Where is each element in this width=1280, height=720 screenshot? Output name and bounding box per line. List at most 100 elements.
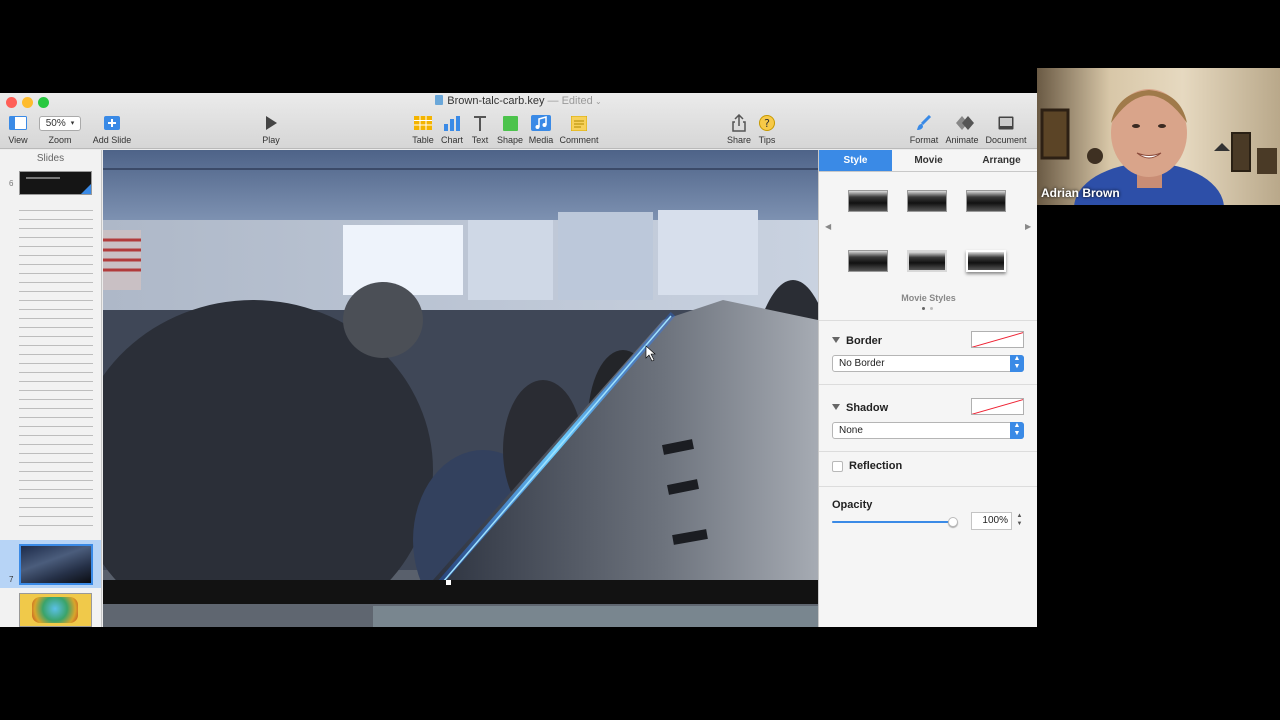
border-section-header[interactable]: Border [832, 335, 882, 347]
add-slide-icon [104, 116, 120, 130]
opacity-field[interactable]: 100% [971, 512, 1012, 530]
collapsed-slide-row[interactable] [19, 453, 93, 454]
view-button[interactable]: View [5, 113, 31, 147]
collapsed-slide-row[interactable] [19, 282, 93, 283]
collapsed-slide-row[interactable] [19, 273, 93, 274]
updown-arrows-icon: ▲ ▼ [1010, 355, 1024, 372]
chevron-right-icon[interactable]: ▶ [1025, 222, 1031, 231]
add-slide-button[interactable]: Add Slide [92, 113, 132, 147]
animate-button[interactable]: Animate [944, 113, 980, 147]
tab-style[interactable]: Style [819, 150, 892, 171]
media-label: Media [528, 135, 554, 145]
collapsed-slide-row[interactable] [19, 426, 93, 427]
collapsed-slide-row[interactable] [19, 372, 93, 373]
collapsed-slide-row[interactable] [19, 255, 93, 256]
slide-8-thumbnail[interactable] [19, 593, 92, 627]
page-indicator[interactable] [922, 307, 936, 311]
table-button[interactable]: Table [410, 113, 436, 147]
opacity-slider-knob[interactable] [948, 517, 958, 527]
collapsed-slide-row[interactable] [19, 327, 93, 328]
zoom-select[interactable]: 50% ▾ [39, 115, 81, 131]
movie-style-1[interactable] [848, 190, 888, 212]
shape-button[interactable]: Shape [496, 113, 524, 147]
collapsed-slide-row[interactable] [19, 336, 93, 337]
view-icon [9, 116, 27, 130]
text-icon [474, 115, 486, 131]
toolbar: Brown-talc-carb.key — Edited ⌄ View 50% ▾… [0, 93, 1037, 149]
collapsed-slide-row[interactable] [19, 309, 93, 310]
zoom-control[interactable]: 50% ▾ Zoom [38, 113, 82, 147]
tips-button[interactable]: ? Tips [756, 113, 778, 147]
chevron-left-icon[interactable]: ◀ [825, 222, 831, 231]
play-button[interactable]: Play [259, 113, 283, 147]
collapsed-slide-row[interactable] [19, 381, 93, 382]
border-title: Border [846, 335, 883, 347]
collapsed-slide-row[interactable] [19, 237, 93, 238]
tab-arrange[interactable]: Arrange [965, 150, 1037, 171]
slides-header: Slides [36, 153, 65, 164]
slide-6-number: 6 [9, 179, 14, 188]
table-icon [414, 116, 432, 130]
text-button[interactable]: Text [469, 113, 491, 147]
collapsed-slide-row[interactable] [19, 219, 93, 220]
format-button[interactable]: Format [908, 113, 940, 147]
zoom-label: Zoom [48, 135, 72, 145]
slide-6-thumbnail[interactable] [19, 171, 92, 195]
share-button[interactable]: Share [725, 113, 753, 147]
collapsed-slide-row[interactable] [19, 435, 93, 436]
collapsed-slide-row[interactable] [19, 507, 93, 508]
document-status[interactable]: — Edited [548, 95, 593, 107]
collapsed-slide-row[interactable] [19, 471, 93, 472]
collapsed-slide-row[interactable] [19, 390, 93, 391]
play-icon [266, 116, 277, 130]
movie-style-6[interactable] [966, 250, 1006, 272]
collapsed-slide-row[interactable] [19, 210, 93, 211]
view-label: View [8, 135, 28, 145]
collapsed-slide-row[interactable] [19, 462, 93, 463]
slide-7-number: 7 [9, 575, 14, 584]
tips-icon: ? [759, 115, 775, 131]
movie-style-4[interactable] [848, 250, 888, 272]
collapsed-slide-row[interactable] [19, 345, 93, 346]
collapsed-slide-row[interactable] [19, 363, 93, 364]
border-color-well[interactable] [971, 331, 1024, 348]
zoom-value: 50% [45, 117, 66, 129]
collapsed-slide-row[interactable] [19, 489, 93, 490]
collapsed-slide-row[interactable] [19, 417, 93, 418]
slide-canvas[interactable] [103, 150, 818, 627]
collapsed-slide-row[interactable] [19, 354, 93, 355]
collapsed-slide-row[interactable] [19, 264, 93, 265]
opacity-stepper[interactable]: ▲ ▼ [1015, 512, 1024, 530]
collapsed-slide-row[interactable] [19, 291, 93, 292]
movie-style-2[interactable] [907, 190, 947, 212]
border-style-select[interactable]: No Border ▲ ▼ [832, 355, 1024, 372]
text-label: Text [471, 135, 489, 145]
collapsed-slide-row[interactable] [19, 246, 93, 247]
format-inspector: Style Movie Arrange ◀ ▶ Movie Styles Bor… [818, 150, 1037, 627]
chart-button[interactable]: Chart [439, 113, 465, 147]
movie-style-3[interactable] [966, 190, 1006, 212]
collapsed-slide-row[interactable] [19, 408, 93, 409]
reflection-checkbox[interactable] [832, 461, 843, 472]
collapsed-slide-row[interactable] [19, 228, 93, 229]
document-label: Document [985, 135, 1027, 145]
shadow-section-header[interactable]: Shadow [832, 402, 888, 414]
shadow-style-select[interactable]: None ▲ ▼ [832, 422, 1024, 439]
movie-frame[interactable] [103, 150, 818, 627]
collapsed-slide-row[interactable] [19, 318, 93, 319]
collapsed-slide-row[interactable] [19, 480, 93, 481]
shadow-color-well[interactable] [971, 398, 1024, 415]
opacity-slider[interactable] [832, 517, 958, 527]
collapsed-slide-row[interactable] [19, 444, 93, 445]
slide-7-thumbnail[interactable] [19, 544, 93, 585]
collapsed-slide-row[interactable] [19, 300, 93, 301]
comment-button[interactable]: Comment [558, 113, 600, 147]
collapsed-slide-row[interactable] [19, 399, 93, 400]
collapsed-slide-row[interactable] [19, 525, 93, 526]
document-button[interactable]: Document [984, 113, 1028, 147]
tab-movie[interactable]: Movie [892, 150, 965, 171]
movie-style-5[interactable] [907, 250, 947, 272]
collapsed-slide-row[interactable] [19, 516, 93, 517]
media-button[interactable]: Media [527, 113, 555, 147]
collapsed-slide-row[interactable] [19, 498, 93, 499]
